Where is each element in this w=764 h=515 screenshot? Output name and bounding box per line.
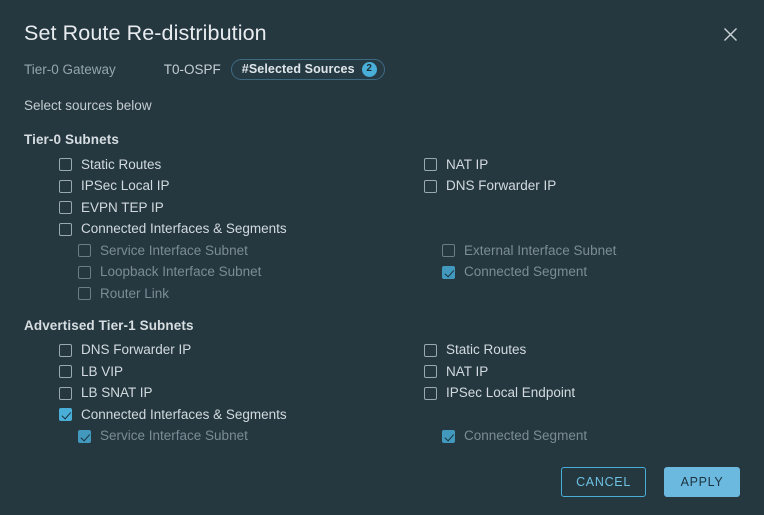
selected-sources-badge[interactable]: #Selected Sources 2 (230, 58, 385, 80)
column-left: DNS Forwarder IP LB VIP LB SNAT IP Connecte… (24, 340, 415, 448)
section-title: Tier-0 Subnets (24, 132, 119, 147)
checkbox-icon[interactable] (424, 158, 437, 172)
checkbox-row: External Interface Subnet (415, 240, 740, 262)
checkbox-label: Loopback Interface Subnet (100, 264, 262, 280)
checkbox-label: LB VIP (81, 363, 124, 379)
checkbox-icon[interactable] (424, 343, 437, 357)
breadcrumb: Tier-0 Gateway T0-OSPF #Selected Sources… (24, 58, 740, 80)
checkbox-icon[interactable] (59, 365, 72, 379)
checkbox-label: Static Routes (446, 342, 527, 358)
breadcrumb-gateway-name: T0-OSPF (163, 61, 221, 77)
checkbox-checked-icon (442, 429, 455, 443)
page-title: Set Route Re-distribution (24, 21, 267, 45)
checkbox-row: Connected Segment (415, 262, 740, 284)
checkbox-label: LB SNAT IP (81, 385, 153, 401)
checkbox-icon[interactable] (424, 386, 437, 400)
dialog-header: Set Route Re-distribution Tier-0 Gateway… (0, 0, 764, 80)
checkbox-icon (78, 265, 91, 279)
checkbox-label: Connected Interfaces & Segments (81, 406, 287, 422)
checkbox-label: Service Interface Subnet (100, 428, 248, 444)
checkbox-label: NAT IP (446, 363, 489, 379)
subnet-section: Tier-0 Subnets Static Routes IPSec Local I… (24, 132, 740, 305)
checkbox-row[interactable]: EVPN TEP IP (24, 197, 415, 219)
apply-button[interactable]: APPLY (664, 467, 740, 497)
checkbox-row: Router Link (24, 283, 415, 305)
checkbox-icon[interactable] (59, 222, 72, 236)
checkbox-label: NAT IP (446, 156, 489, 172)
checkbox-row[interactable]: IPSec Local Endpoint (415, 383, 740, 405)
checkbox-row[interactable]: Static Routes (24, 154, 415, 176)
cancel-button[interactable]: CANCEL (561, 467, 646, 497)
checkbox-icon[interactable] (59, 201, 72, 215)
dialog-footer: CANCEL APPLY (0, 467, 764, 497)
checkbox-checked-icon (442, 265, 455, 279)
subnet-section: Advertised Tier-1 Subnets DNS Forwarder I… (24, 318, 740, 448)
checkbox-label: Static Routes (81, 156, 162, 172)
section-columns: Static Routes IPSec Local IP EVPN TEP IP Co… (24, 154, 740, 305)
checkbox-row[interactable]: LB VIP (24, 361, 415, 383)
checkbox-icon[interactable] (424, 179, 437, 193)
column-left: Static Routes IPSec Local IP EVPN TEP IP Co… (24, 154, 415, 305)
checkbox-icon[interactable] (59, 343, 72, 357)
checkbox-row[interactable]: NAT IP (415, 154, 740, 176)
checkbox-row[interactable]: Connected Interfaces & Segments (24, 404, 415, 426)
select-sources-hint: Select sources below (24, 98, 152, 113)
checkbox-icon (442, 244, 455, 258)
checkbox-row[interactable]: NAT IP (415, 361, 740, 383)
checkbox-row: Loopback Interface Subnet (24, 262, 415, 284)
checkbox-checked-icon (78, 429, 91, 443)
checkbox-label: EVPN TEP IP (81, 199, 164, 215)
column-right: NAT IP DNS Forwarder IP External Interfac… (415, 154, 740, 305)
section-columns: DNS Forwarder IP LB VIP LB SNAT IP Connecte… (24, 340, 740, 448)
checkbox-label: Service Interface Subnet (100, 242, 248, 258)
checkbox-label: Connected Segment (464, 428, 588, 444)
checkbox-row: Connected Segment (415, 426, 740, 448)
checkbox-icon (78, 287, 91, 301)
breadcrumb-gateway-label: Tier-0 Gateway (24, 61, 116, 77)
checkbox-row[interactable]: DNS Forwarder IP (415, 176, 740, 198)
checkbox-label: Connected Interfaces & Segments (81, 221, 287, 237)
checkbox-icon[interactable] (59, 179, 72, 193)
checkbox-checked-icon[interactable] (59, 408, 72, 422)
checkbox-label: External Interface Subnet (464, 242, 617, 258)
checkbox-row[interactable]: IPSec Local IP (24, 176, 415, 198)
checkbox-label: IPSec Local Endpoint (446, 385, 576, 401)
checkbox-row[interactable]: DNS Forwarder IP (24, 340, 415, 362)
checkbox-label: DNS Forwarder IP (81, 342, 192, 358)
checkbox-icon[interactable] (59, 386, 72, 400)
close-glyph (723, 27, 737, 41)
dialog-body: Select sources below Tier-0 Subnets Stati… (0, 98, 764, 447)
checkbox-label: Router Link (100, 285, 170, 301)
checkbox-label: Connected Segment (464, 264, 588, 280)
checkbox-icon (78, 244, 91, 258)
checkbox-icon[interactable] (424, 365, 437, 379)
checkbox-row[interactable]: Connected Interfaces & Segments (24, 219, 415, 241)
checkbox-row[interactable]: Static Routes (415, 340, 740, 362)
selected-sources-label: #Selected Sources (241, 62, 355, 76)
column-right: Static Routes NAT IP IPSec Local Endpoint … (415, 340, 740, 448)
checkbox-icon[interactable] (59, 158, 72, 172)
checkbox-row: Service Interface Subnet (24, 240, 415, 262)
route-redistribution-dialog: Set Route Re-distribution Tier-0 Gateway… (0, 0, 764, 515)
close-icon[interactable] (714, 18, 746, 50)
section-title: Advertised Tier-1 Subnets (24, 317, 194, 333)
checkbox-row: Service Interface Subnet (24, 426, 415, 448)
selected-sources-count: 2 (361, 61, 377, 77)
sections-container: Tier-0 Subnets Static Routes IPSec Local I… (24, 132, 740, 447)
checkbox-row[interactable]: LB SNAT IP (24, 383, 415, 405)
checkbox-label: IPSec Local IP (81, 178, 170, 194)
checkbox-label: DNS Forwarder IP (446, 178, 557, 194)
